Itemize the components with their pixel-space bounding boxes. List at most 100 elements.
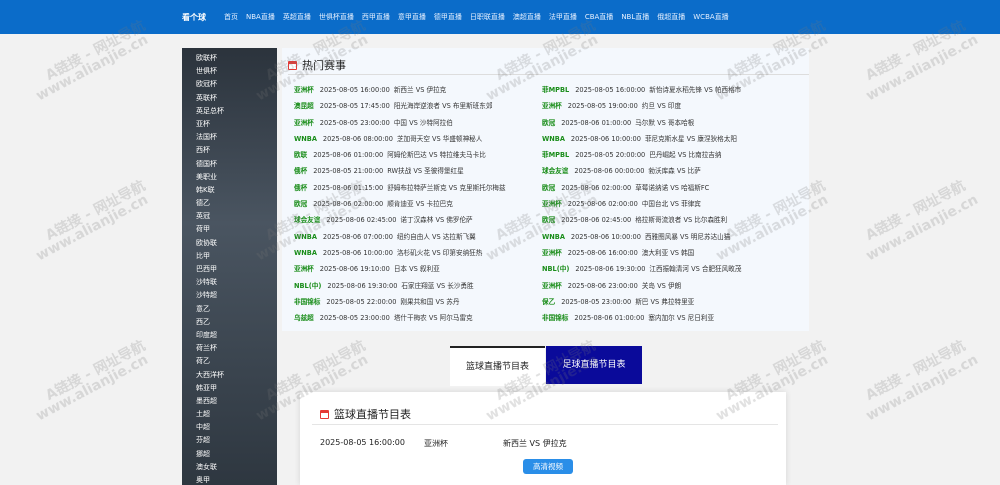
event-teams[interactable]: 芝加哥天空 VS 华盛顿神秘人 — [397, 135, 482, 143]
sidebar-item[interactable]: 沙特联 — [196, 276, 224, 289]
hot-event-row[interactable]: WNBA 2025-08-06 07:00:00 纽约自由人 VS 达拉斯飞翼 — [294, 229, 506, 245]
event-teams[interactable]: 阳光海岸逆浪者 VS 布里斯班东郊 — [394, 102, 493, 110]
hot-event-row[interactable]: NBL(中) 2025-08-06 19:30:00 石家庄翔蓝 VS 长沙勇胜 — [294, 278, 506, 294]
hot-event-row[interactable]: WNBA 2025-08-06 08:00:00 芝加哥天空 VS 华盛顿神秘人 — [294, 131, 506, 147]
hot-event-row[interactable]: 俄杯 2025-08-05 21:00:00 RW扶战 VS 圣彼得堡红星 — [294, 163, 506, 179]
hot-event-row[interactable]: 俄杯 2025-08-06 01:15:00 舒姆布拉特萨兰斯克 VS 克里斯托尔梅… — [294, 180, 506, 196]
sidebar-item[interactable]: 巴西甲 — [196, 263, 224, 276]
sidebar-item[interactable]: 英冠 — [196, 210, 224, 223]
tab-basketball-schedule[interactable]: 篮球直播节目表 — [450, 346, 545, 386]
sidebar-item[interactable]: 墨西超 — [196, 395, 224, 408]
hot-event-row[interactable]: 亚洲杯 2025-08-06 19:10:00 日本 VS 叙利亚 — [294, 261, 506, 277]
sidebar-item[interactable]: 韩K联 — [196, 184, 224, 197]
event-teams[interactable]: 阿姆伦斯巴达 VS 特拉维夫马卡比 — [387, 151, 486, 159]
nav-link[interactable]: 法甲直播 — [549, 12, 577, 22]
nav-link[interactable]: 日职联直播 — [470, 12, 505, 22]
sidebar-item[interactable]: 荷乙 — [196, 355, 224, 368]
sidebar-item[interactable]: 亚杯 — [196, 118, 224, 131]
event-teams[interactable]: 马尔默 VS 哥本哈根 — [635, 119, 694, 127]
sidebar-item[interactable]: 比甲 — [196, 250, 224, 263]
hot-event-row[interactable]: 欧联 2025-08-06 01:00:00 阿姆伦斯巴达 VS 特拉维夫马卡比 — [294, 147, 506, 163]
sidebar-item[interactable]: 意乙 — [196, 303, 224, 316]
hot-event-row[interactable]: NBL(中) 2025-08-06 19:30:00 江西振翰清河 VS 合肥狂风畋… — [542, 261, 741, 277]
sidebar-item[interactable]: 挪超 — [196, 448, 224, 461]
hot-event-row[interactable]: 非国锦标 2025-08-05 22:00:00 刚果共和国 VS 苏丹 — [294, 294, 506, 310]
hot-event-row[interactable]: 亚洲杯 2025-08-06 23:00:00 关岛 VS 伊朗 — [542, 278, 741, 294]
sidebar-item[interactable]: 土超 — [196, 408, 224, 421]
sidebar-item[interactable]: 荷兰杯 — [196, 342, 224, 355]
sidebar-item[interactable]: 中超 — [196, 421, 224, 434]
hot-event-row[interactable]: 乌兹超 2025-08-05 23:00:00 塔什干梅农 VS 阿尔马雷克 — [294, 310, 506, 326]
nav-link[interactable]: 德甲直播 — [434, 12, 462, 22]
sidebar-item[interactable]: 荷甲 — [196, 223, 224, 236]
hot-event-row[interactable]: 保乙 2025-08-05 23:00:00 斯巴 VS 弗拉特里亚 — [542, 294, 741, 310]
sidebar-item[interactable]: 印度超 — [196, 329, 224, 342]
hot-event-row[interactable]: 亚洲杯 2025-08-06 02:00:00 中国台北 VS 菲律宾 — [542, 196, 741, 212]
nav-link[interactable]: 首页 — [224, 12, 238, 22]
tab-football-schedule[interactable]: 足球直播节目表 — [546, 346, 642, 384]
nav-link[interactable]: NBL直播 — [621, 12, 649, 22]
sidebar-item[interactable]: 奥甲 — [196, 474, 224, 485]
event-teams[interactable]: 菲尼克斯水星 VS 康涅狄格太阳 — [645, 135, 737, 143]
event-teams[interactable]: 关岛 VS 伊朗 — [642, 282, 681, 290]
hot-event-row[interactable]: 亚洲杯 2025-08-06 16:00:00 澳大利亚 VS 韩国 — [542, 245, 741, 261]
nav-link[interactable]: 澳超直播 — [513, 12, 541, 22]
nav-link[interactable]: NBA直播 — [246, 12, 275, 22]
event-teams[interactable]: 西雅图风暴 VS 明尼苏达山猫 — [645, 233, 730, 241]
sidebar-item[interactable]: 欧冠杯 — [196, 78, 224, 91]
event-teams[interactable]: 塞内加尔 VS 尼日利亚 — [648, 314, 714, 322]
event-teams[interactable]: 塔什干梅农 VS 阿尔马雷克 — [394, 314, 473, 322]
event-teams[interactable]: 巴丹崛起 VS 比南拉吉纳 — [649, 151, 721, 159]
site-logo[interactable]: 看个球 — [182, 12, 206, 23]
hot-event-row[interactable]: 菲MPBL 2025-08-05 20:00:00 巴丹崛起 VS 比南拉吉纳 — [542, 147, 741, 163]
hot-event-row[interactable]: 球会友谊 2025-08-06 00:00:00 勃沃库森 VS 比萨 — [542, 163, 741, 179]
hot-event-row[interactable]: 欧冠 2025-08-06 02:00:00 草莓诺纳诺 VS 哈福斯FC — [542, 180, 741, 196]
match-teams[interactable]: 新西兰 VS 伊拉克 — [503, 438, 567, 449]
event-teams[interactable]: 新怡诗夏水稻先锋 VS 帕西格市 — [649, 86, 741, 94]
sidebar-item[interactable]: 西乙 — [196, 316, 224, 329]
sidebar-item[interactable]: 德乙 — [196, 197, 224, 210]
event-teams[interactable]: 诺丁汉森林 VS 佛罗伦萨 — [400, 216, 472, 224]
nav-link[interactable]: 西甲直播 — [362, 12, 390, 22]
event-teams[interactable]: 顺肯迪亚 VS 卡拉巴克 — [387, 200, 453, 208]
event-teams[interactable]: 舒姆布拉特萨兰斯克 VS 克里斯托尔梅兹 — [387, 184, 505, 192]
hot-event-row[interactable]: 欧冠 2025-08-06 02:45:00 格拉斯哥流浪者 VS 比尔森胜利 — [542, 212, 741, 228]
nav-link[interactable]: 意甲直播 — [398, 12, 426, 22]
hot-event-row[interactable]: 亚洲杯 2025-08-05 16:00:00 新西兰 VS 伊拉克 — [294, 82, 506, 98]
sidebar-item[interactable]: 大西洋杯 — [196, 369, 224, 382]
event-teams[interactable]: 纽约自由人 VS 达拉斯飞翼 — [397, 233, 476, 241]
event-teams[interactable]: 澳大利亚 VS 韩国 — [642, 249, 694, 257]
sidebar-item[interactable]: 欧联杯 — [196, 52, 224, 65]
sidebar-item[interactable]: 法国杯 — [196, 131, 224, 144]
hot-event-row[interactable]: WNBA 2025-08-06 10:00:00 菲尼克斯水星 VS 康涅狄格太阳 — [542, 131, 741, 147]
sidebar-item[interactable]: 澳女联 — [196, 461, 224, 474]
event-teams[interactable]: 石家庄翔蓝 VS 长沙勇胜 — [401, 282, 473, 290]
event-teams[interactable]: 斯巴 VS 弗拉特里亚 — [635, 298, 694, 306]
sidebar-item[interactable]: 美职业 — [196, 171, 224, 184]
nav-link[interactable]: 俄超直播 — [657, 12, 685, 22]
hot-event-row[interactable]: 亚洲杯 2025-08-05 23:00:00 中国 VS 沙特阿拉伯 — [294, 115, 506, 131]
hot-event-row[interactable]: 球会友谊 2025-08-06 02:45:00 诺丁汉森林 VS 佛罗伦萨 — [294, 212, 506, 228]
nav-link[interactable]: 英超直播 — [283, 12, 311, 22]
event-teams[interactable]: 日本 VS 叙利亚 — [394, 265, 440, 273]
nav-link[interactable]: WCBA直播 — [693, 12, 728, 22]
nav-link[interactable]: CBA直播 — [585, 12, 613, 22]
hot-event-row[interactable]: 菲MPBL 2025-08-05 16:00:00 新怡诗夏水稻先锋 VS 帕西格市 — [542, 82, 741, 98]
event-teams[interactable]: 勃沃库森 VS 比萨 — [648, 167, 700, 175]
sidebar-item[interactable]: 世俱杯 — [196, 65, 224, 78]
sidebar-item[interactable]: 德国杯 — [196, 158, 224, 171]
event-teams[interactable]: 刚果共和国 VS 苏丹 — [400, 298, 459, 306]
event-teams[interactable]: 约旦 VS 印度 — [642, 102, 681, 110]
hot-event-row[interactable]: WNBA 2025-08-06 10:00:00 洛杉矶火花 VS 印第安纳狂热 — [294, 245, 506, 261]
hot-event-row[interactable]: 欧冠 2025-08-06 02:00:00 顺肯迪亚 VS 卡拉巴克 — [294, 196, 506, 212]
nav-link[interactable]: 世俱杯直播 — [319, 12, 354, 22]
hot-event-row[interactable]: 非国锦标 2025-08-06 01:00:00 塞内加尔 VS 尼日利亚 — [542, 310, 741, 326]
hot-event-row[interactable]: 澳昆超 2025-08-05 17:45:00 阳光海岸逆浪者 VS 布里斯班东郊 — [294, 98, 506, 114]
hd-video-button[interactable]: 高清视频 — [523, 459, 573, 474]
sidebar-item[interactable]: 英联杯 — [196, 92, 224, 105]
event-teams[interactable]: 中国 VS 沙特阿拉伯 — [394, 119, 453, 127]
hot-event-row[interactable]: WNBA 2025-08-06 10:00:00 西雅图风暴 VS 明尼苏达山猫 — [542, 229, 741, 245]
event-teams[interactable]: 洛杉矶火花 VS 印第安纳狂热 — [397, 249, 482, 257]
sidebar-item[interactable]: 韩亚甲 — [196, 382, 224, 395]
sidebar-item[interactable]: 沙特超 — [196, 289, 224, 302]
